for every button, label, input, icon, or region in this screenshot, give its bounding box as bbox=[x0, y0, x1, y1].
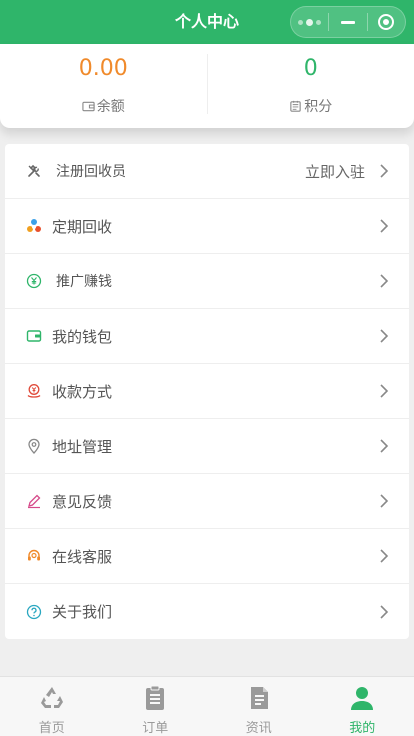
pencil-icon bbox=[26, 493, 42, 509]
chevron-right-icon bbox=[379, 383, 389, 399]
chevron-right-icon bbox=[379, 548, 389, 564]
chevron-right-icon bbox=[379, 493, 389, 509]
tab-orders[interactable]: 订单 bbox=[104, 677, 208, 736]
headset-icon bbox=[26, 548, 42, 564]
wallet-icon bbox=[26, 328, 42, 344]
menu-list: 注册回收员 立即入驻 定期回收 推广赚钱 我的钱包 收款方式 地址管理 意见反馈… bbox=[5, 144, 409, 639]
menu-item-register-recycler[interactable]: 注册回收员 立即入驻 bbox=[5, 144, 409, 199]
points-icon bbox=[290, 100, 301, 112]
chevron-right-icon bbox=[379, 604, 389, 620]
points-value: 0 bbox=[303, 56, 318, 81]
chevron-right-icon bbox=[379, 218, 389, 234]
menu-item-label: 推广赚钱 bbox=[56, 274, 112, 290]
menu-item-label: 注册回收员 bbox=[56, 164, 126, 180]
tab-mine[interactable]: 我的 bbox=[311, 677, 414, 736]
menu-item-promote-earn[interactable]: 推广赚钱 bbox=[5, 254, 409, 309]
clipboard-icon bbox=[140, 683, 170, 713]
tab-label: 资讯 bbox=[245, 721, 272, 736]
user-icon bbox=[347, 683, 377, 713]
account-stats: 0.00 余额 0 积分 bbox=[0, 44, 414, 128]
menu-item-my-wallet[interactable]: 我的钱包 bbox=[5, 309, 409, 364]
menu-item-online-service[interactable]: 在线客服 bbox=[5, 529, 409, 584]
recycle-icon bbox=[37, 683, 67, 713]
tab-label: 我的 bbox=[349, 721, 376, 736]
tab-label: 订单 bbox=[142, 721, 169, 736]
chevron-right-icon bbox=[379, 273, 389, 289]
menu-item-label: 关于我们 bbox=[52, 603, 113, 621]
points-label: 积分 bbox=[304, 99, 333, 115]
join-now-text: 立即入驻 bbox=[304, 162, 365, 181]
menu-item-feedback[interactable]: 意见反馈 bbox=[5, 474, 409, 529]
wallet-icon bbox=[82, 101, 95, 111]
menu-item-label: 在线客服 bbox=[52, 547, 113, 566]
chevron-right-icon bbox=[379, 438, 389, 454]
balance-label: 余额 bbox=[96, 99, 125, 115]
menu-item-address-management[interactable]: 地址管理 bbox=[5, 419, 409, 474]
minimize-icon bbox=[340, 20, 355, 24]
more-dots-icon bbox=[298, 18, 322, 26]
payment-icon bbox=[26, 383, 42, 399]
tools-icon bbox=[26, 163, 42, 179]
menu-item-label: 地址管理 bbox=[52, 437, 113, 456]
minimize-button[interactable] bbox=[329, 7, 366, 37]
tab-label: 首页 bbox=[38, 721, 65, 736]
chevron-right-icon bbox=[379, 163, 389, 179]
document-icon bbox=[244, 683, 274, 713]
tab-news[interactable]: 资讯 bbox=[207, 677, 311, 736]
balance-value: 0.00 bbox=[78, 56, 128, 81]
chevron-right-icon bbox=[379, 328, 389, 344]
menu-item-label: 收款方式 bbox=[52, 382, 113, 401]
tab-bar: 首页 订单 资讯 我的 bbox=[0, 676, 414, 736]
close-button[interactable] bbox=[368, 7, 405, 37]
menu-item-scheduled-recycling[interactable]: 定期回收 bbox=[5, 199, 409, 254]
menu-item-label: 定期回收 bbox=[52, 217, 113, 236]
yen-coin-icon bbox=[26, 273, 42, 289]
recycle-color-icon bbox=[26, 218, 42, 234]
menu-item-payment-method[interactable]: 收款方式 bbox=[5, 364, 409, 419]
balance-stat[interactable]: 0.00 余额 bbox=[0, 44, 207, 128]
menu-item-about-us[interactable]: 关于我们 bbox=[5, 584, 409, 639]
more-button[interactable] bbox=[291, 7, 328, 37]
nav-bar: 个人中心 bbox=[0, 0, 414, 44]
question-circle-icon bbox=[26, 604, 42, 620]
menu-item-label: 意见反馈 bbox=[52, 492, 113, 511]
points-stat[interactable]: 0 积分 bbox=[208, 44, 414, 128]
location-pin-icon bbox=[26, 438, 42, 454]
tab-home[interactable]: 首页 bbox=[0, 677, 104, 736]
close-target-icon bbox=[378, 14, 395, 30]
menu-item-label: 我的钱包 bbox=[52, 327, 113, 346]
mini-program-capsule bbox=[290, 6, 406, 38]
